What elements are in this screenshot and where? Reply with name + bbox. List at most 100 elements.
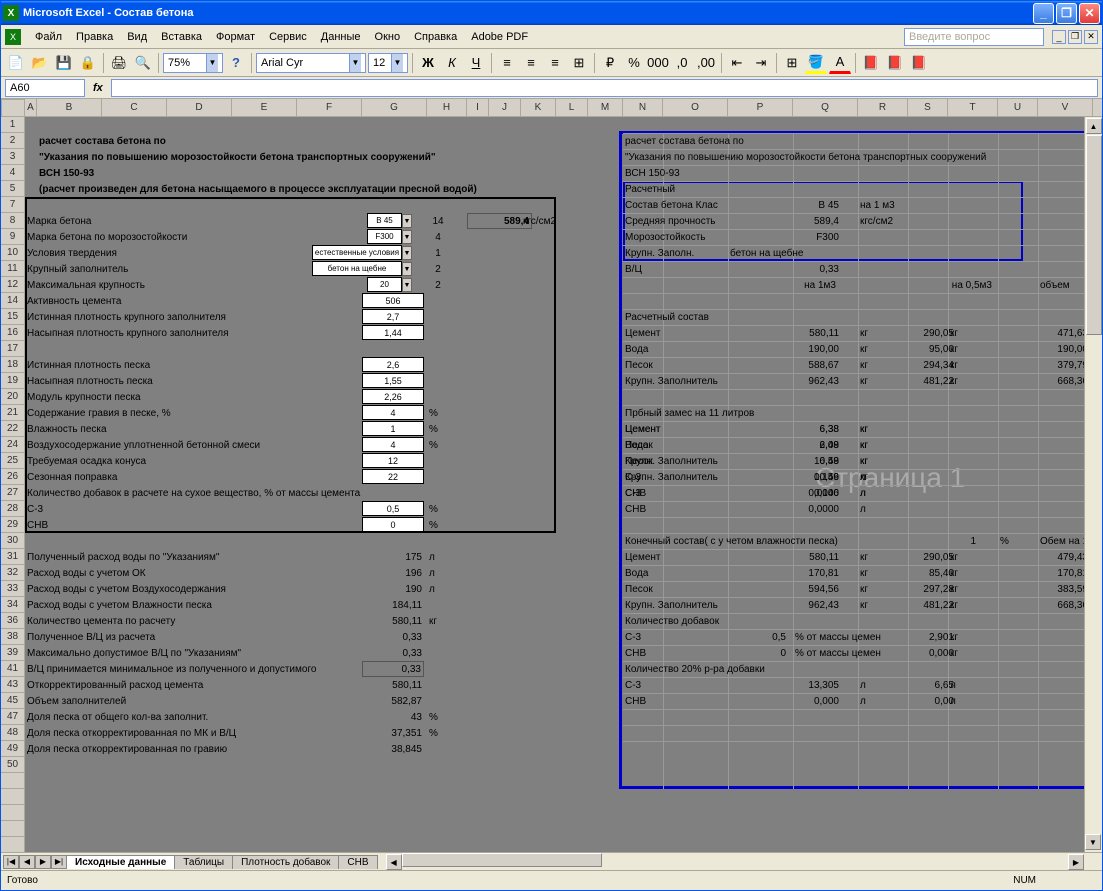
cell-H48[interactable]: % xyxy=(427,725,457,741)
input-G20[interactable]: 2,26 xyxy=(362,389,424,404)
cell-A36[interactable]: Количество цемента по расчету xyxy=(25,613,385,629)
cell-A32[interactable]: Расход воды с учетом ОК xyxy=(25,565,385,581)
tab-nav-prev[interactable]: ◀ xyxy=(19,855,35,869)
cell-Q31[interactable]: 580,11 xyxy=(793,549,841,565)
cell-T34[interactable]: кг xyxy=(948,597,960,613)
cell-P38[interactable]: 0,5 xyxy=(728,629,788,645)
col-head-U[interactable]: U xyxy=(998,99,1038,117)
col-head-N[interactable]: N xyxy=(623,99,663,117)
vertical-scrollbar[interactable]: ▲ ▼ xyxy=(1084,117,1102,852)
cell-A31[interactable]: Полученный расход воды по "Указаниям" xyxy=(25,549,385,565)
name-box[interactable]: A60 xyxy=(5,79,85,97)
cell-R7[interactable]: на 1 м3 xyxy=(858,197,918,213)
cell-A25[interactable]: Требуемая осадка конуса xyxy=(25,453,385,469)
cell-N25[interactable]: Песок xyxy=(623,453,733,469)
select-all-corner[interactable] xyxy=(1,99,25,117)
cell-N22[interactable]: Цемент xyxy=(623,421,733,437)
cell-Q43[interactable]: 13,305 xyxy=(793,677,841,693)
row-head-36[interactable]: 36 xyxy=(1,613,25,629)
merge-icon[interactable]: ⊞ xyxy=(568,52,590,74)
worksheet-grid[interactable]: ABCDEFGHIJKLMNOPQRSTUVWX 123457891011121… xyxy=(1,99,1102,852)
input-G15[interactable]: 2,7 xyxy=(362,309,424,324)
cell-H31[interactable]: л xyxy=(427,549,457,565)
row-head-12[interactable]: 12 xyxy=(1,277,25,293)
row-head-10[interactable]: 10 xyxy=(1,245,25,261)
cell-B3[interactable]: "Указания по повышению морозостойкости б… xyxy=(37,149,438,165)
cell-A38[interactable]: Полученное В/Ц из расчета xyxy=(25,629,385,645)
cell-V33[interactable]: 383,59 xyxy=(1038,581,1090,597)
cell-R8[interactable]: кгс/см2 xyxy=(858,213,895,229)
input-G22[interactable]: 1 xyxy=(362,421,424,436)
combo-icon[interactable]: ▼ xyxy=(402,278,412,292)
cell-H21[interactable]: % xyxy=(427,405,457,421)
cell-T31[interactable]: кг xyxy=(948,549,960,565)
col-head-M[interactable]: M xyxy=(588,99,623,117)
chevron-down-icon[interactable]: ▼ xyxy=(349,54,361,72)
row-head-24[interactable]: 24 xyxy=(1,437,25,453)
menu-help[interactable]: Справка xyxy=(408,29,463,45)
input-G16[interactable]: 1,44 xyxy=(362,325,424,340)
input-G21[interactable]: 4 xyxy=(362,405,424,420)
doc-close[interactable]: ✕ xyxy=(1084,30,1098,44)
cell-A48[interactable]: Доля песка откорректированная по МК и В/… xyxy=(25,725,385,741)
cell-G47[interactable]: 43 xyxy=(362,709,424,725)
menu-window[interactable]: Окно xyxy=(369,29,407,45)
cell-Q33[interactable]: 594,56 xyxy=(793,581,841,597)
row-head-33[interactable]: 33 xyxy=(1,581,25,597)
scroll-right-icon[interactable]: ▶ xyxy=(1068,854,1084,870)
cell-A43[interactable]: Откорректированный расход цемента xyxy=(25,677,385,693)
col-head-Q[interactable]: Q xyxy=(793,99,858,117)
row-head-31[interactable]: 31 xyxy=(1,549,25,565)
titlebar[interactable]: X Microsoft Excel - Состав бетона _ ❐ ✕ xyxy=(1,1,1102,25)
cell-N10[interactable]: Крупн. Заполн. xyxy=(623,245,696,261)
cell-H22[interactable]: % xyxy=(427,421,457,437)
doc-restore[interactable]: ❐ xyxy=(1068,30,1082,44)
cell-R16[interactable]: кг xyxy=(858,325,870,341)
col-head-E[interactable]: E xyxy=(232,99,297,117)
cell-G36[interactable]: 580,11 xyxy=(362,613,424,629)
row-head-4[interactable]: 4 xyxy=(1,165,25,181)
cell-A33[interactable]: Расход воды с учетом Воздухосодержания xyxy=(25,581,385,597)
cell-N4[interactable]: ВСН 150-93 xyxy=(623,165,682,181)
cell-Q26[interactable]: 10,59 xyxy=(793,469,841,485)
cell-Q8[interactable]: 589,4 xyxy=(793,213,841,229)
cell-G41[interactable]: 0,33 xyxy=(362,661,424,677)
cell-A8[interactable]: Марка бетона xyxy=(25,213,325,229)
cell-H9[interactable]: 4 xyxy=(427,229,449,245)
menu-format[interactable]: Формат xyxy=(210,29,261,45)
cell-A24[interactable]: Воздухосодержание уплотненной бетонной с… xyxy=(25,437,385,453)
cell-A47[interactable]: Доля песка от общего кол-ва заполнит. xyxy=(25,709,385,725)
row-head-15[interactable]: 15 xyxy=(1,309,25,325)
cell-R28[interactable]: л xyxy=(858,501,868,517)
cell-T30[interactable]: 1 xyxy=(948,533,978,549)
align-right-icon[interactable]: ≡ xyxy=(544,52,566,74)
cell-T45[interactable]: л xyxy=(948,693,958,709)
align-left-icon[interactable]: ≡ xyxy=(496,52,518,74)
cell-Q11[interactable]: 0,33 xyxy=(793,261,841,277)
cell-Q19[interactable]: 962,43 xyxy=(793,373,841,389)
row-head-14[interactable]: 14 xyxy=(1,293,25,309)
row-head-43[interactable]: 43 xyxy=(1,677,25,693)
input-G24[interactable]: 4 xyxy=(362,437,424,452)
row-head-27[interactable]: 27 xyxy=(1,485,25,501)
cell-N36[interactable]: Количество добавок xyxy=(623,613,721,629)
inc-indent-icon[interactable]: ⇥ xyxy=(750,52,772,74)
cell-G45[interactable]: 582,87 xyxy=(362,693,424,709)
row-head-41[interactable]: 41 xyxy=(1,661,25,677)
cell-N31[interactable]: Цемент xyxy=(623,549,733,565)
menu-adobepdf[interactable]: Adobe PDF xyxy=(465,29,534,45)
chevron-down-icon[interactable]: ▼ xyxy=(391,54,403,72)
cell-R22[interactable]: кг xyxy=(858,421,870,437)
cell-R19[interactable]: кг xyxy=(858,373,870,389)
input-G19[interactable]: 1,55 xyxy=(362,373,424,388)
cell-Q38[interactable]: % от массы цемен xyxy=(793,629,903,645)
row-head-3[interactable]: 3 xyxy=(1,149,25,165)
cell-V18[interactable]: 379,79 xyxy=(1038,357,1090,373)
cell-N8[interactable]: Средняя прочность xyxy=(623,213,718,229)
cell-A21[interactable]: Содержание гравия в песке, % xyxy=(25,405,385,421)
sheet-tab-3[interactable]: СНВ xyxy=(338,855,377,869)
row-head-28[interactable]: 28 xyxy=(1,501,25,517)
currency-icon[interactable]: ₽ xyxy=(599,52,621,74)
row-head-47[interactable]: 47 xyxy=(1,709,25,725)
tab-nav-last[interactable]: ▶| xyxy=(51,855,67,869)
